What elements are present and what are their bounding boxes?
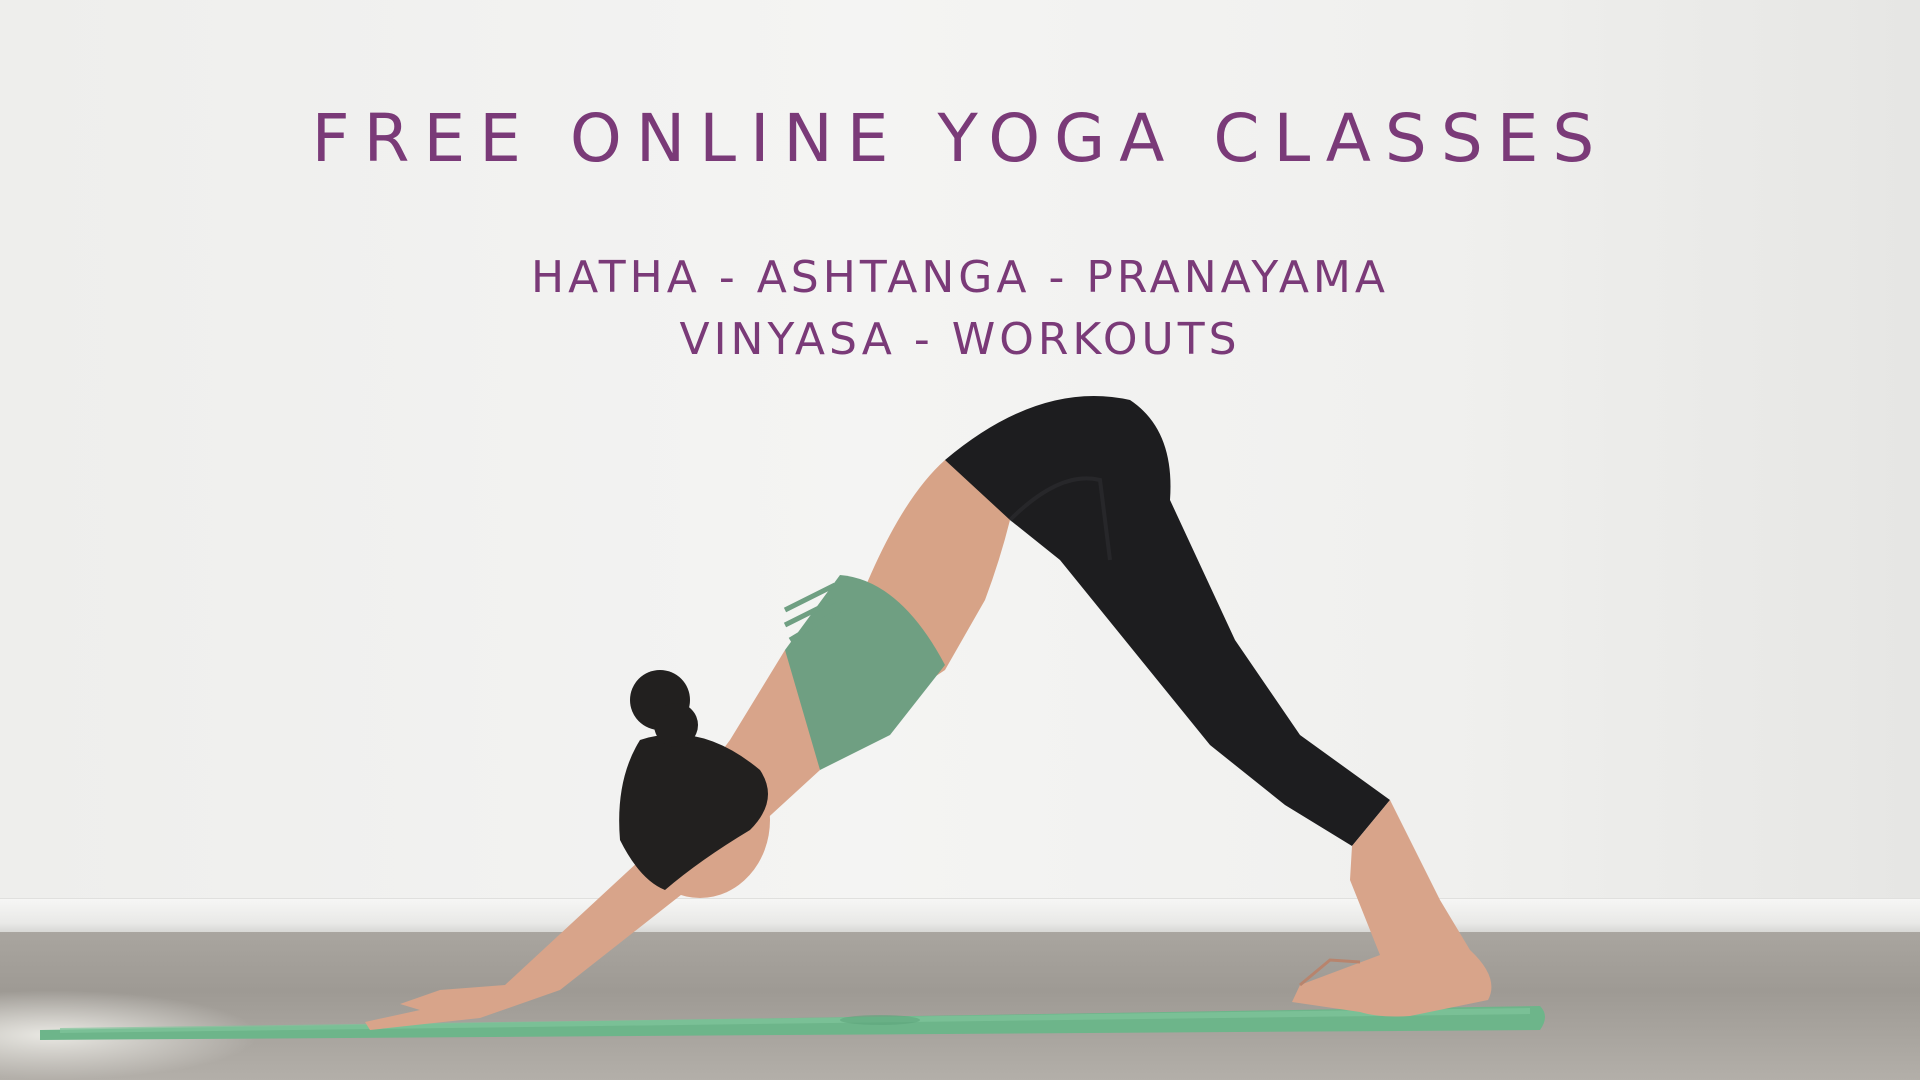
legs-and-feet	[1292, 800, 1492, 1017]
leggings	[940, 396, 1390, 846]
class-styles-line-1: HATHA - ASHTANGA - PRANAYAMA	[531, 252, 1389, 303]
yoga-mat	[40, 1006, 1545, 1040]
class-styles-line-2: VINYASA - WORKOUTS	[679, 314, 1241, 365]
head	[619, 670, 770, 898]
headline: FREE ONLINE YOGA CLASSES	[311, 100, 1609, 177]
